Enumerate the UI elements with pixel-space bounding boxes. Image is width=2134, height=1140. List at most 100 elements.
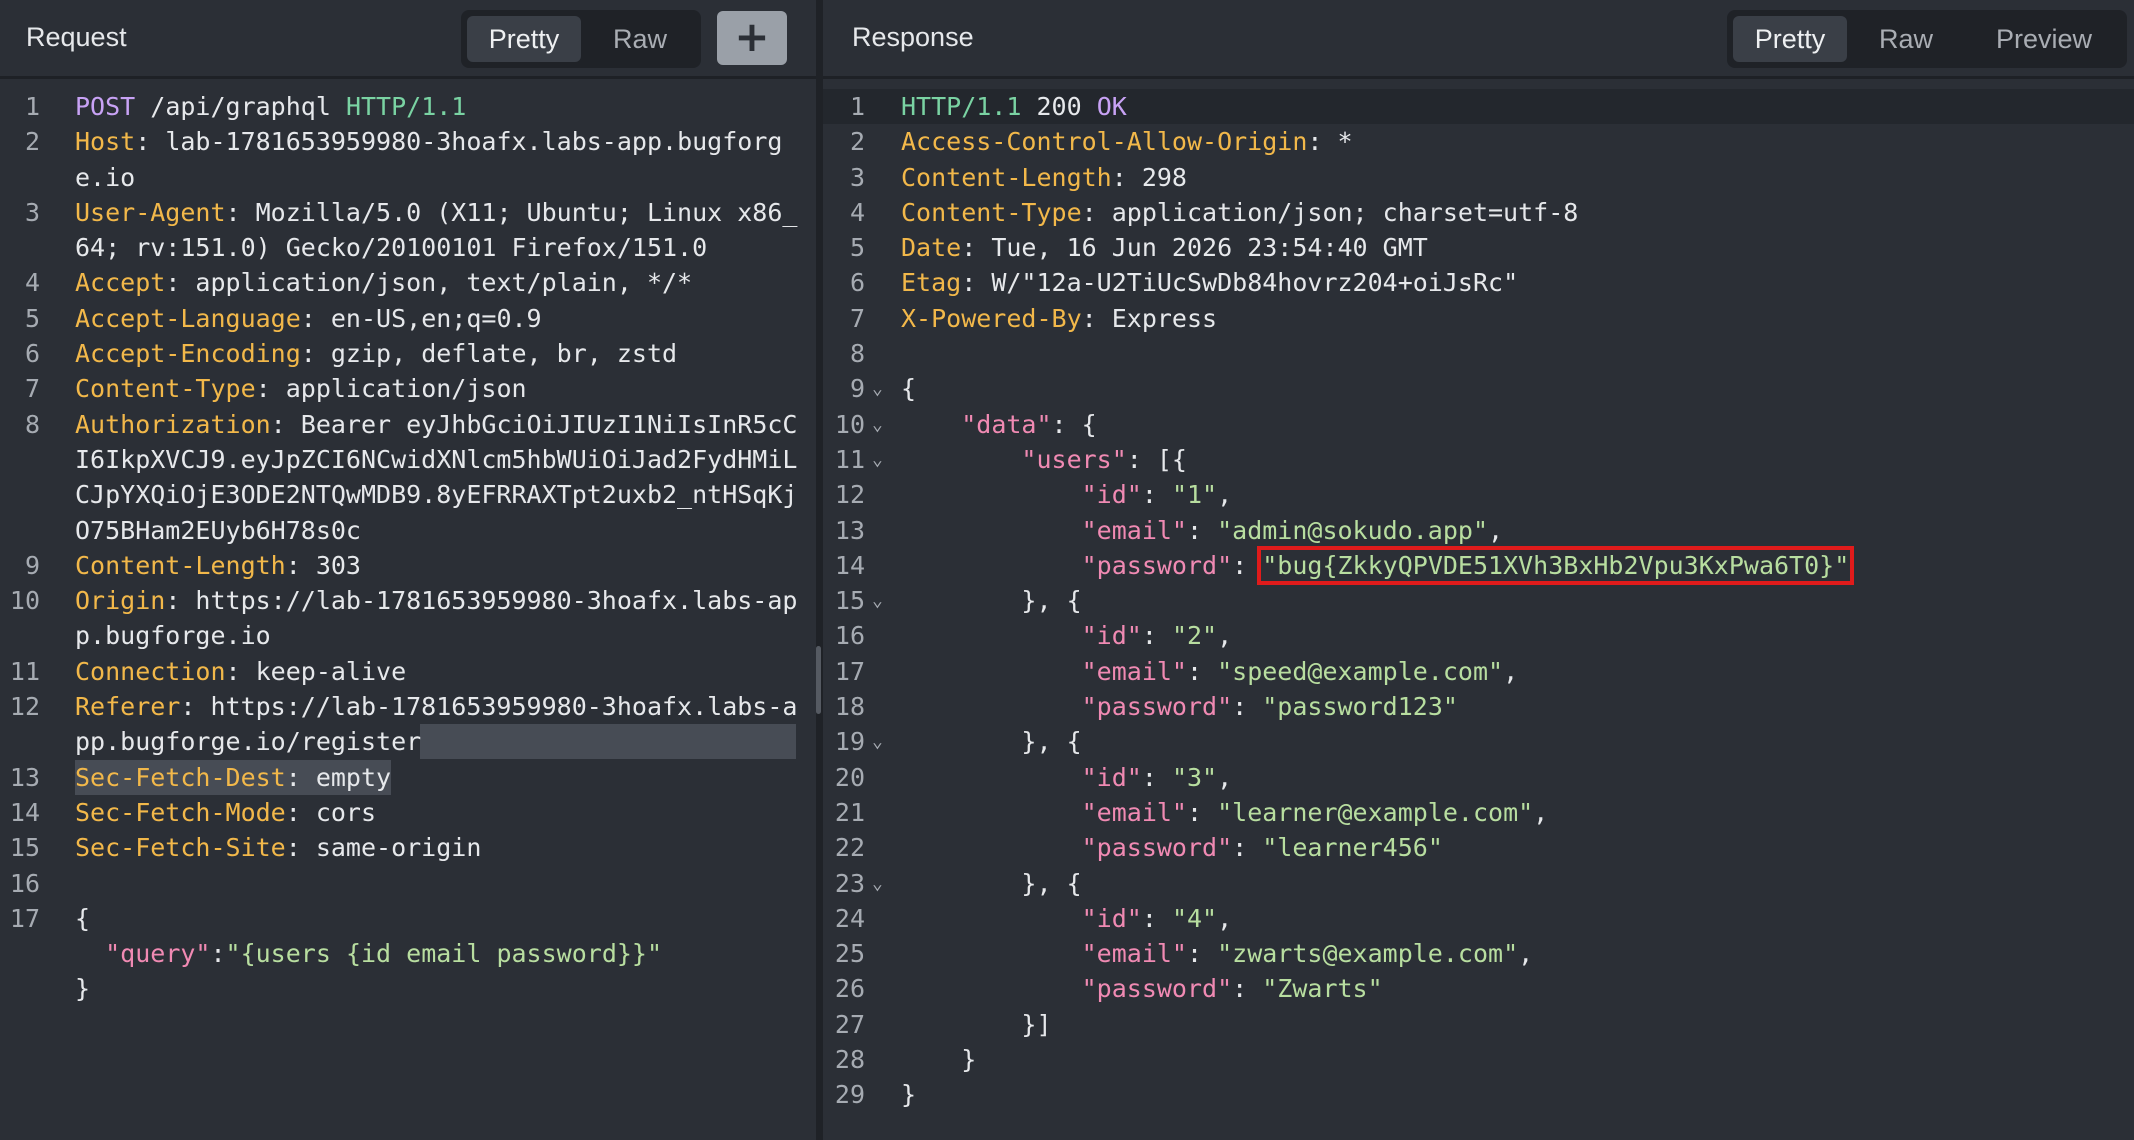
response-line-text: "password": "password123" bbox=[901, 689, 1458, 724]
code-token: "password123" bbox=[1262, 692, 1458, 722]
line-number: 18 bbox=[834, 692, 865, 722]
response-line-text: "id": "2", bbox=[901, 618, 1233, 653]
code-token: , bbox=[1217, 762, 1233, 792]
chevron-down-icon[interactable]: ⌄ bbox=[872, 442, 883, 477]
request-line: 14 Sec-Fetch-Mode: cors bbox=[0, 795, 816, 830]
code-token: } bbox=[901, 1080, 917, 1110]
response-line-text: "data": { bbox=[901, 407, 1097, 442]
line-number: 9 bbox=[24, 550, 40, 580]
chevron-down-icon[interactable]: ⌄ bbox=[872, 583, 883, 618]
code-token: 64; rv:151.0) Gecko/20100101 Firefox/151… bbox=[75, 233, 708, 263]
code-token: : bbox=[1141, 621, 1172, 651]
request-line: 64; rv:151.0) Gecko/20100101 Firefox/151… bbox=[0, 230, 816, 265]
response-line-text: Access-Control-Allow-Origin: * bbox=[901, 124, 1353, 159]
code-token: "3" bbox=[1171, 762, 1218, 792]
request-line: p.bugforge.io bbox=[0, 618, 816, 653]
code-token: , bbox=[1217, 480, 1233, 510]
code-token: "password" bbox=[1081, 833, 1233, 863]
request-line-text: Host: lab-1781653959980-3hoafx.labs-app.… bbox=[75, 124, 782, 159]
code-token: } bbox=[901, 1045, 977, 1075]
request-line: 10 Origin: https://lab-1781653959980-3hoa… bbox=[0, 583, 816, 618]
response-line-text: } bbox=[901, 1042, 976, 1077]
request-line-text: Content-Type: application/json bbox=[75, 371, 527, 406]
code-token: : cors bbox=[285, 797, 377, 827]
code-token: Accept-Encoding bbox=[75, 339, 301, 369]
code-token: Content-Type bbox=[75, 374, 256, 404]
request-title: Request bbox=[26, 22, 127, 52]
code-token: Accept-Language bbox=[75, 303, 301, 333]
code-token: : { bbox=[1051, 409, 1097, 439]
response-tab-pretty[interactable]: Pretty bbox=[1733, 16, 1847, 62]
chevron-down-icon[interactable]: ⌄ bbox=[872, 407, 883, 442]
request-header: Request Pretty Raw + bbox=[0, 0, 816, 79]
code-token: : Mozilla/5.0 (X11; Ubuntu; Linux x86_ bbox=[225, 197, 798, 227]
response-line-text: "id": "4", bbox=[901, 901, 1233, 936]
response-line: 28 } bbox=[823, 1042, 2134, 1077]
pane-divider[interactable] bbox=[816, 0, 823, 1140]
code-token: , bbox=[1217, 621, 1233, 651]
request-line: O75BHam2EUyb6H78s0c bbox=[0, 513, 816, 548]
code-token: "data" bbox=[961, 409, 1052, 439]
request-tab-raw[interactable]: Raw bbox=[585, 16, 695, 62]
code-token: Connection bbox=[75, 656, 226, 686]
request-line: CJpYXQiOjE3ODE2NTQwMDB9.8yEFRRAXTpt2uxb2… bbox=[0, 477, 816, 512]
response-line-text: Content-Type: application/json; charset=… bbox=[901, 195, 1578, 230]
request-line-text: Accept-Encoding: gzip, deflate, br, zstd bbox=[75, 336, 677, 371]
line-number: 7 bbox=[849, 303, 865, 333]
request-line-text: Accept-Language: en-US,en;q=0.9 bbox=[75, 301, 542, 336]
response-line: 26 "password": "Zwarts" bbox=[823, 971, 2134, 1006]
code-token: "zwarts@example.com" bbox=[1217, 939, 1519, 969]
chevron-down-icon[interactable]: ⌄ bbox=[872, 724, 883, 759]
code-token: Sec-Fetch-Dest bbox=[75, 762, 286, 792]
response-tab-preview[interactable]: Preview bbox=[1967, 16, 2121, 62]
chevron-down-icon[interactable]: ⌄ bbox=[872, 371, 883, 406]
request-tab-pretty[interactable]: Pretty bbox=[467, 16, 581, 62]
response-tab-raw[interactable]: Raw bbox=[1851, 16, 1961, 62]
request-line: 8 Authorization: Bearer eyJhbGciOiJIUzI1N… bbox=[0, 407, 816, 442]
response-line: 7 X-Powered-By: Express bbox=[823, 301, 2134, 336]
request-line: 13 Sec-Fetch-Dest: empty bbox=[0, 759, 816, 795]
line-number: 28 bbox=[834, 1045, 865, 1075]
request-line: pp.bugforge.io/register bbox=[0, 724, 816, 760]
code-token: User-Agent bbox=[75, 197, 226, 227]
code-token: Content-Type bbox=[901, 197, 1082, 227]
request-line: } bbox=[0, 971, 816, 1006]
request-line: 16 bbox=[0, 866, 816, 901]
response-line: 6 Etag: W/"12a-U2TiUcSwDb84hovrz204+oiJsR… bbox=[823, 265, 2134, 300]
code-token: Sec-Fetch-Mode bbox=[75, 797, 286, 827]
code-token: { bbox=[901, 374, 917, 404]
response-line: 18 "password": "password123" bbox=[823, 689, 2134, 724]
response-line: 12 "id": "1", bbox=[823, 477, 2134, 512]
chevron-down-icon[interactable]: ⌄ bbox=[872, 866, 883, 901]
code-token: : lab-1781653959980-3hoafx.labs-app.bugf… bbox=[135, 127, 783, 157]
response-line: 29} bbox=[823, 1077, 2134, 1112]
request-scrollbar[interactable] bbox=[816, 646, 821, 714]
line-number: 14 bbox=[834, 550, 865, 580]
response-view-toggle: Pretty Raw Preview bbox=[1727, 10, 2127, 68]
request-line-text: Content-Length: 303 bbox=[75, 548, 361, 583]
request-line-text: User-Agent: Mozilla/5.0 (X11; Ubuntu; Li… bbox=[75, 195, 797, 230]
add-button[interactable]: + bbox=[717, 11, 787, 65]
request-line-text: { bbox=[75, 901, 90, 936]
code-token: : https://lab-1781653959980-3hoafx.labs-… bbox=[165, 586, 798, 616]
code-token: : bbox=[1232, 692, 1263, 722]
response-line-text: } bbox=[901, 1077, 916, 1112]
response-viewer[interactable]: 1 HTTP/1.1 200 OK 2 Access-Control-Allow-Or… bbox=[823, 89, 2134, 1113]
response-line: 22 "password": "learner456" bbox=[823, 830, 2134, 865]
code-token: Sec-Fetch-Site bbox=[75, 833, 286, 863]
response-pane: Response Pretty Raw Preview 1 HTTP/1.1 20… bbox=[823, 0, 2134, 1140]
request-editor[interactable]: 1 POST /api/graphql HTTP/1.1 2 Host: lab-17… bbox=[0, 89, 816, 1007]
request-line-text: Sec-Fetch-Mode: cors bbox=[75, 795, 376, 830]
response-line-text: HTTP/1.1 200 OK bbox=[901, 89, 1127, 124]
code-token: Accept bbox=[75, 268, 166, 298]
line-number: 2 bbox=[849, 127, 865, 157]
response-line-text: "email": "speed@example.com", bbox=[901, 654, 1519, 689]
request-line: 5 Accept-Language: en-US,en;q=0.9 bbox=[0, 301, 816, 336]
code-token: : bbox=[1232, 550, 1263, 580]
code-token: "4" bbox=[1171, 903, 1218, 933]
request-line: I6IkpXVCJ9.eyJpZCI6NCwidXNlcm5hbWUiOiJad… bbox=[0, 442, 816, 477]
